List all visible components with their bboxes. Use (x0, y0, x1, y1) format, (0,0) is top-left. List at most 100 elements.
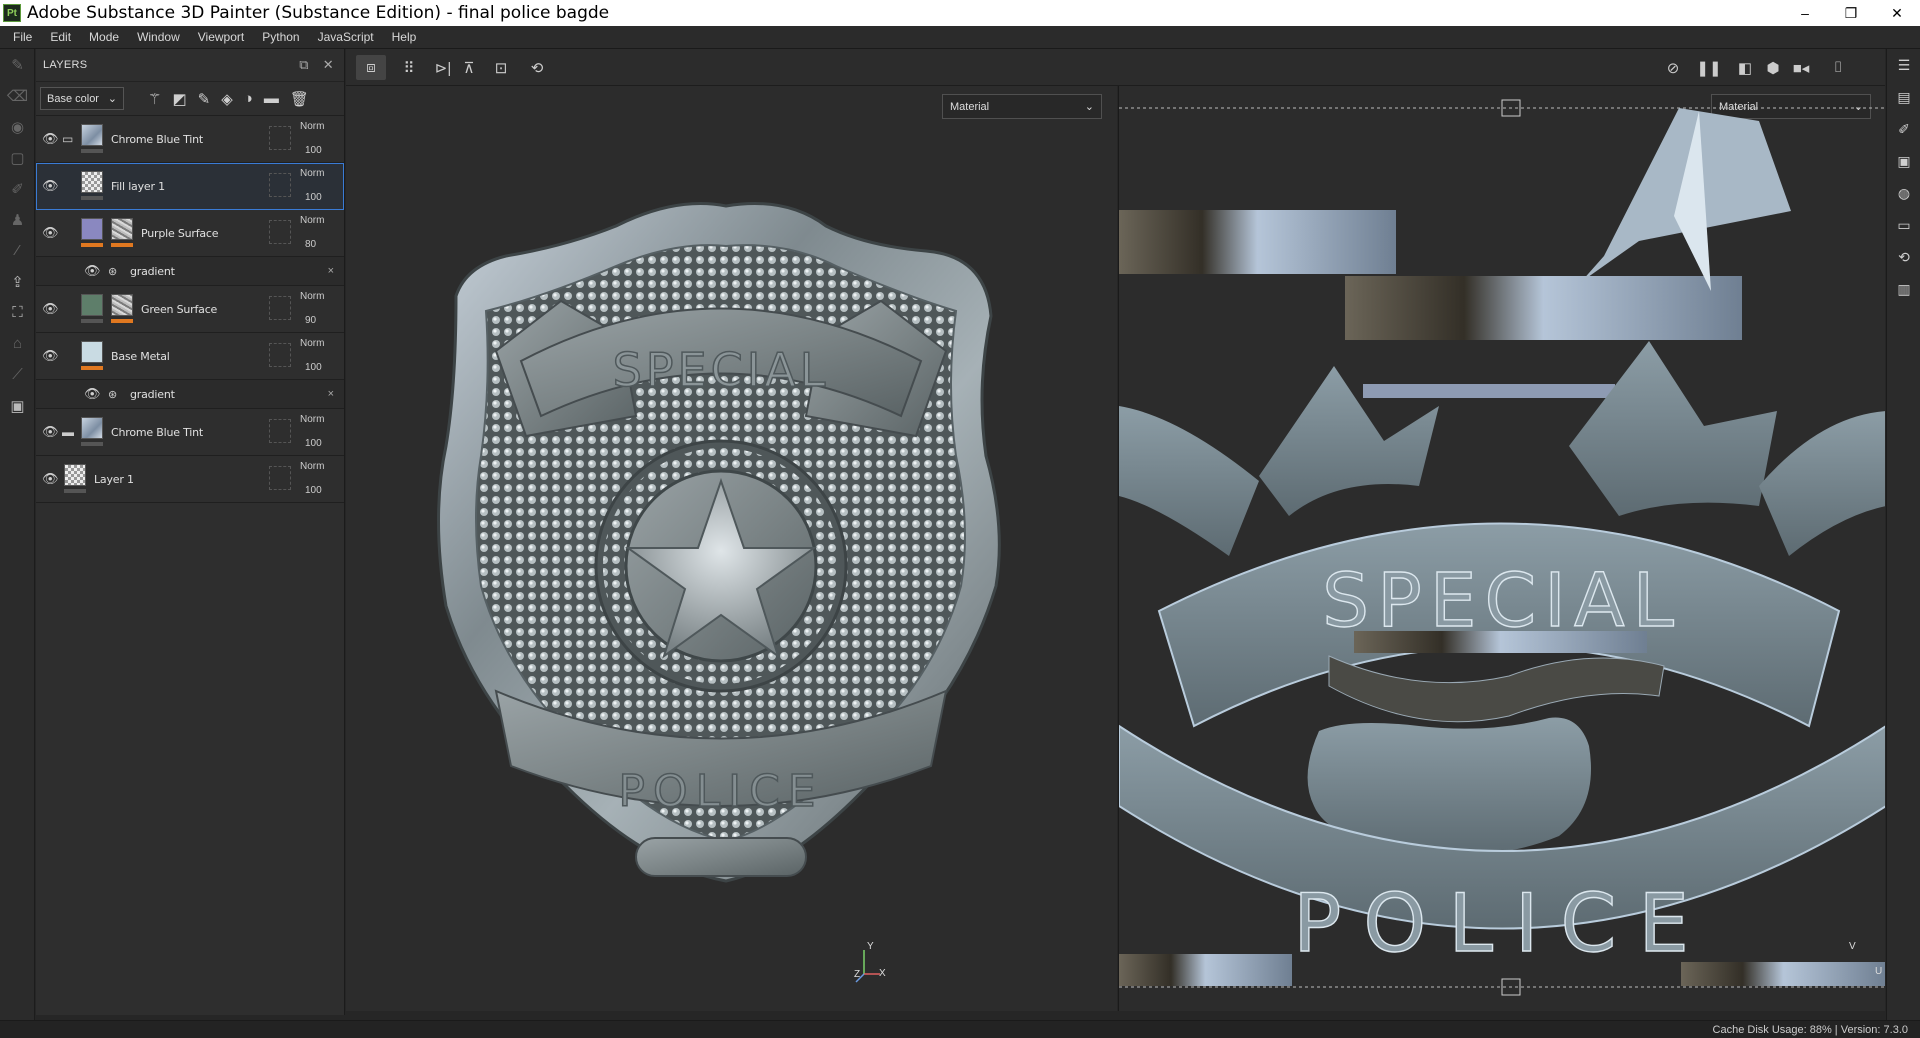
material-picker-icon[interactable]: ⛶ (0, 297, 35, 328)
mask-thumbnail[interactable] (111, 218, 133, 240)
paint-brush-icon[interactable]: ✎ (0, 49, 35, 80)
hide-overlay-icon[interactable]: ⊘ (1658, 55, 1688, 80)
layer-thumb-bar (81, 442, 103, 446)
visibility-eye-icon[interactable]: 👁 (42, 131, 59, 147)
frame-icon[interactable]: ⊡ (486, 55, 516, 80)
blend-mode-dropdown[interactable]: Norm (300, 291, 324, 302)
menu-python[interactable]: Python (253, 30, 308, 44)
mask-slot[interactable] (269, 220, 291, 244)
symmetry-y-icon[interactable]: ⊼ (454, 55, 484, 80)
add-smart-material-icon[interactable]: ◑ (244, 90, 253, 108)
channel-select[interactable]: Base color ⌄ (40, 87, 124, 110)
float-panel-icon[interactable]: ⧉ (299, 57, 309, 73)
pause-icon[interactable]: ❚❚ (1694, 55, 1724, 80)
opacity-value[interactable]: 100 (305, 362, 322, 373)
opacity-value[interactable]: 100 (305, 192, 322, 203)
add-mask-icon[interactable]: ◩ (172, 90, 186, 108)
grid-mode-icon[interactable]: ⠿ (394, 55, 424, 80)
layer-row[interactable]: 👁 Purple Surface Norm 80 (36, 210, 344, 257)
viewport-2d-uv[interactable]: Material ⌄ SPECIAL POLICE V U (1118, 86, 1885, 1011)
smudge-icon[interactable]: ✐ (0, 173, 35, 204)
menu-edit[interactable]: Edit (41, 30, 80, 44)
screenshot-camera-icon[interactable]: ⌷ (1823, 55, 1853, 80)
geometry-mask-icon[interactable]: ▢ (0, 142, 35, 173)
visibility-eye-icon[interactable]: 👁 (42, 225, 59, 241)
mask-slot[interactable] (269, 126, 291, 150)
color-picker-icon[interactable]: ⁄ (0, 235, 35, 266)
visibility-eye-icon[interactable]: 👁 (42, 424, 59, 440)
remove-effect-icon[interactable]: × (328, 265, 334, 277)
clone-stamp-icon[interactable]: ♟ (0, 204, 35, 235)
layer-row[interactable]: 👁 Green Surface Norm 90 (36, 286, 344, 333)
shader-settings-icon[interactable]: ▭ (1887, 209, 1920, 241)
mask-slot[interactable] (269, 343, 291, 367)
add-folder-icon[interactable]: ▬ (264, 90, 279, 108)
menu-mode[interactable]: Mode (80, 30, 128, 44)
layer-row[interactable]: 👁 ▭ Chrome Blue Tint Norm 100 (36, 116, 344, 163)
minimize-button[interactable]: – (1782, 0, 1828, 26)
reset-view-icon[interactable]: ⟲ (522, 55, 552, 80)
status-text: Cache Disk Usage: 88% | Version: 7.3.0 (1712, 1023, 1908, 1036)
history-icon[interactable]: ⟲ (1887, 241, 1920, 273)
quick-mask-icon[interactable]: ⌂ (0, 328, 35, 359)
visibility-eye-icon[interactable]: 👁 (42, 348, 59, 364)
blend-mode-dropdown[interactable]: Norm (300, 121, 324, 132)
properties-brush-icon[interactable]: ✐ (1887, 113, 1920, 145)
opacity-value[interactable]: 100 (305, 438, 322, 449)
cube-view-icon[interactable]: ⬢ (1758, 55, 1788, 80)
menu-window[interactable]: Window (128, 30, 189, 44)
close-panel-icon[interactable]: ✕ (323, 57, 334, 73)
visibility-eye-icon[interactable]: 👁 (42, 178, 59, 194)
blend-mode-dropdown[interactable]: Norm (300, 414, 324, 425)
mask-slot[interactable] (269, 173, 291, 197)
menu-help[interactable]: Help (383, 30, 426, 44)
texture-set-settings-icon[interactable]: ▤ (1887, 81, 1920, 113)
environment-icon[interactable]: ◍ (1887, 177, 1920, 209)
mask-thumbnail[interactable] (111, 294, 133, 316)
blend-mode-dropdown[interactable]: Norm (300, 215, 324, 226)
texture-set-list-icon[interactable]: ☰ (1887, 49, 1920, 81)
opacity-value[interactable]: 90 (305, 315, 316, 326)
add-paint-layer-icon[interactable]: ✎ (198, 90, 211, 108)
add-effect-icon[interactable]: ⚚ (148, 90, 161, 108)
remove-effect-icon[interactable]: × (328, 388, 334, 400)
display-settings-icon[interactable]: ▣ (1887, 145, 1920, 177)
eraser-icon[interactable]: ⌫ (0, 80, 35, 111)
opacity-value[interactable]: 100 (305, 485, 322, 496)
visibility-eye-icon[interactable]: 👁 (84, 386, 101, 402)
layer-row-selected[interactable]: 👁 Fill layer 1 Norm 100 (36, 163, 344, 210)
visibility-eye-icon[interactable]: 👁 (84, 263, 101, 279)
effect-row[interactable]: 👁 ⊛ gradient × (36, 257, 344, 286)
blend-mode-dropdown[interactable]: Norm (300, 338, 324, 349)
opacity-value[interactable]: 100 (305, 145, 322, 156)
layer-row[interactable]: 👁 Base Metal Norm 100 (36, 333, 344, 380)
add-fill-layer-icon[interactable]: ◈ (221, 90, 233, 108)
visibility-eye-icon[interactable]: 👁 (42, 301, 59, 317)
layer-row[interactable]: 👁 ▬ Chrome Blue Tint Norm 100 (36, 409, 344, 456)
restore-button[interactable]: ❐ (1828, 0, 1874, 26)
layer-row[interactable]: 👁 Layer 1 Norm 100 (36, 456, 344, 503)
visibility-eye-icon[interactable]: 👁 (42, 471, 59, 487)
menu-file[interactable]: File (4, 30, 41, 44)
blend-mode-dropdown[interactable]: Norm (300, 168, 324, 179)
polygon-fill-icon[interactable]: ▣ (0, 390, 35, 421)
effect-row[interactable]: 👁 ⊛ gradient × (36, 380, 344, 409)
menu-javascript[interactable]: JavaScript (309, 30, 383, 44)
split-view-icon[interactable]: ◧ (1730, 55, 1760, 80)
delete-layer-icon[interactable]: 🗑 (290, 90, 309, 108)
bake-export-icon[interactable]: ⇪ (0, 266, 35, 297)
log-icon[interactable]: ▥ (1887, 273, 1920, 305)
opacity-value[interactable]: 80 (305, 239, 316, 250)
blend-mode-dropdown[interactable]: Norm (300, 461, 324, 472)
mask-slot[interactable] (269, 466, 291, 490)
close-window-button[interactable]: ✕ (1874, 0, 1920, 26)
camera-video-icon[interactable]: ■◂ (1786, 55, 1816, 80)
mask-slot[interactable] (269, 419, 291, 443)
measure-icon[interactable]: ⟋ (0, 359, 35, 390)
menu-bar: File Edit Mode Window Viewport Python Ja… (0, 26, 1920, 49)
projection-icon[interactable]: ◉ (0, 111, 35, 142)
menu-viewport[interactable]: Viewport (189, 30, 253, 44)
selection-mode-icon[interactable]: ⧈ (356, 55, 386, 80)
mask-slot[interactable] (269, 296, 291, 320)
viewport-3d[interactable]: Material ⌄ SPECIAL POLICE Y Z X (346, 86, 1117, 1011)
